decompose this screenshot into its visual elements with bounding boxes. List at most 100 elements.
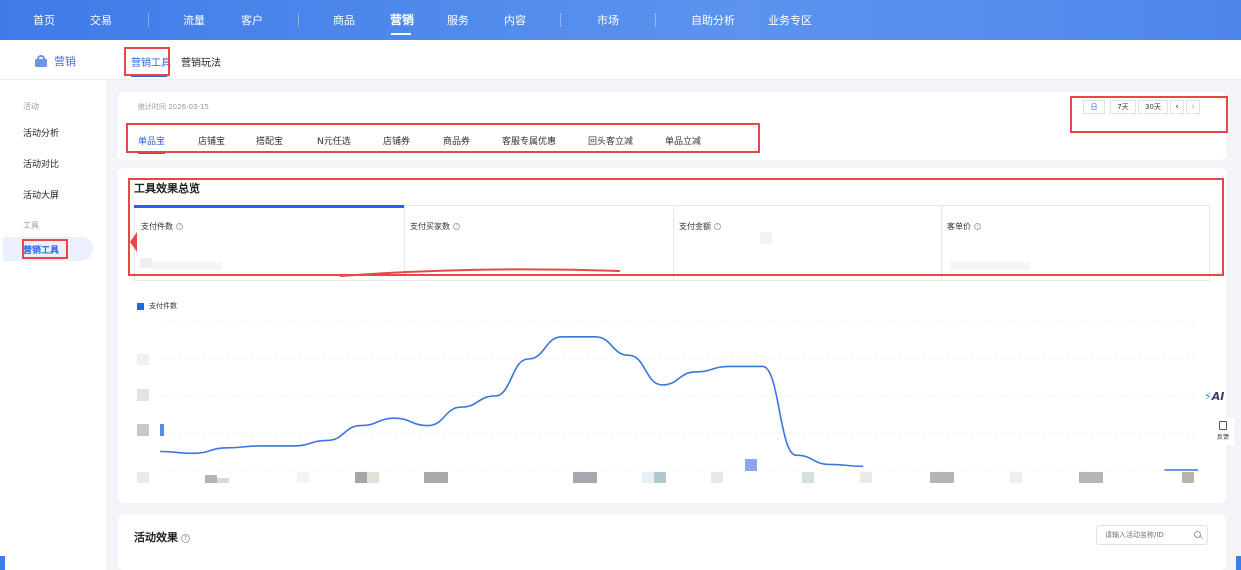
tool-tab[interactable]: N元任选 bbox=[317, 134, 351, 147]
tool-tab[interactable]: 店铺券 bbox=[383, 134, 410, 147]
nav-self-analysis[interactable]: 自助分析 bbox=[691, 12, 735, 28]
help-icon[interactable]: ? bbox=[974, 223, 981, 230]
date-day-button[interactable]: 日 bbox=[1083, 100, 1105, 114]
redacted-axis-label bbox=[137, 472, 149, 483]
pointer-marker bbox=[130, 232, 137, 252]
date-30d-button[interactable]: 30天 bbox=[1138, 100, 1168, 114]
redacted-value bbox=[760, 232, 772, 244]
chart-marker bbox=[160, 424, 164, 436]
redacted-value bbox=[152, 262, 222, 270]
redacted-axis-label bbox=[137, 389, 149, 401]
help-icon[interactable]: ? bbox=[181, 533, 190, 543]
line-chart bbox=[159, 321, 1199, 471]
redacted-axis-label bbox=[205, 475, 217, 483]
filter-panel bbox=[118, 92, 1226, 160]
sidebar-item-marketing-tools[interactable]: 营销工具 bbox=[3, 237, 93, 261]
feedback-button[interactable]: 反馈 bbox=[1212, 418, 1234, 446]
brand-label: 营销 bbox=[54, 55, 76, 68]
nav-market[interactable]: 市场 bbox=[597, 12, 619, 28]
redacted-axis-label bbox=[930, 472, 954, 483]
series-line bbox=[159, 336, 864, 468]
metric-card-pay-amount[interactable]: 支付金额? bbox=[679, 221, 721, 232]
subtab-marketing-play[interactable]: 营销玩法 bbox=[181, 54, 221, 69]
metric-card-pay-items[interactable]: 支付件数? bbox=[141, 221, 183, 232]
subtab-active-indicator bbox=[131, 75, 167, 77]
sparkle-icon: ⚡ bbox=[1204, 390, 1212, 403]
redacted-axis-label bbox=[860, 472, 872, 483]
redacted-axis-label bbox=[1010, 472, 1022, 483]
nav-home[interactable]: 首页 bbox=[33, 12, 55, 28]
redacted-axis-label bbox=[137, 424, 149, 436]
sidebar-item-activity-analysis[interactable]: 活动分析 bbox=[23, 126, 59, 139]
help-icon[interactable]: ? bbox=[176, 223, 183, 230]
tool-tab[interactable]: 搭配宝 bbox=[256, 134, 283, 147]
metric-label: 支付件数 bbox=[141, 222, 173, 231]
nav-separator bbox=[148, 13, 149, 27]
subtab-marketing-tools[interactable]: 营销工具 bbox=[131, 54, 171, 69]
sidebar-group-activity: 活动 bbox=[23, 102, 39, 111]
sidebar: 活动 活动分析 活动对比 活动大屏 工具 营销工具 bbox=[0, 80, 106, 570]
activity-panel bbox=[118, 515, 1226, 570]
metric-label: 支付金额 bbox=[679, 222, 711, 231]
nav-customer[interactable]: 客户 bbox=[241, 12, 263, 28]
chart-marker bbox=[745, 459, 757, 471]
nav-product[interactable]: 商品 bbox=[333, 12, 355, 28]
redacted-axis-label bbox=[642, 472, 654, 483]
help-icon[interactable]: ? bbox=[453, 223, 460, 230]
feedback-icon bbox=[1219, 421, 1227, 430]
redacted-axis-label bbox=[137, 354, 149, 365]
redacted-value bbox=[140, 258, 152, 268]
date-7d-button[interactable]: 7天 bbox=[1110, 100, 1136, 114]
nav-separator bbox=[655, 13, 656, 27]
redacted-axis-label bbox=[367, 472, 379, 483]
tool-tab[interactable]: 客服专属优惠 bbox=[502, 134, 556, 147]
nav-separator bbox=[298, 13, 299, 27]
chevron-left-icon[interactable]: ‹ bbox=[1170, 100, 1184, 114]
tool-tab[interactable]: 单品立减 bbox=[665, 134, 701, 147]
tool-tab[interactable]: 单品宝 bbox=[138, 134, 165, 147]
metric-active-indicator bbox=[134, 205, 404, 208]
redacted-axis-label bbox=[217, 478, 229, 483]
redacted-axis-label bbox=[711, 472, 723, 483]
activity-title-text: 活动效果 bbox=[134, 531, 178, 544]
stat-time: 统计时间 2026-03-15 bbox=[138, 103, 209, 111]
top-navigation-bar: 首页 交易 流量 客户 商品 营销 服务 内容 市场 自助分析 业务专区 bbox=[0, 0, 1241, 40]
metric-cards bbox=[134, 205, 1210, 281]
metric-divider bbox=[941, 205, 942, 281]
help-icon[interactable]: ? bbox=[714, 223, 721, 230]
redacted-axis-label bbox=[1079, 472, 1103, 483]
nav-trade[interactable]: 交易 bbox=[90, 12, 112, 28]
tool-tab[interactable]: 回头客立减 bbox=[588, 134, 633, 147]
metric-card-pay-buyers[interactable]: 支付买家数? bbox=[410, 221, 460, 232]
nav-service[interactable]: 服务 bbox=[447, 12, 469, 28]
metric-label: 客单价 bbox=[947, 222, 971, 231]
metric-divider bbox=[673, 205, 674, 281]
tool-tab[interactable]: 店铺宝 bbox=[198, 134, 225, 147]
tool-tab-active-indicator bbox=[138, 152, 165, 154]
sidebar-group-tools: 工具 bbox=[23, 221, 39, 230]
redacted-value bbox=[950, 262, 1030, 270]
nav-active-indicator bbox=[391, 33, 411, 35]
chevron-right-icon[interactable]: › bbox=[1186, 100, 1200, 114]
metric-card-unit-price[interactable]: 客单价? bbox=[947, 221, 981, 232]
brand: 营销 bbox=[34, 53, 76, 69]
sub-header: 营销 营销工具 营销玩法 bbox=[0, 40, 1241, 80]
nav-content[interactable]: 内容 bbox=[504, 12, 526, 28]
feedback-label: 反馈 bbox=[1216, 434, 1229, 441]
tool-tab[interactable]: 商品券 bbox=[443, 134, 470, 147]
search-icon[interactable] bbox=[1194, 531, 1201, 538]
search-input[interactable] bbox=[1105, 531, 1187, 539]
nav-business-zone[interactable]: 业务专区 bbox=[768, 12, 812, 28]
nav-traffic[interactable]: 流量 bbox=[183, 12, 205, 28]
nav-marketing[interactable]: 营销 bbox=[390, 11, 414, 28]
redacted-axis-label bbox=[573, 472, 597, 483]
window-edge bbox=[0, 556, 5, 570]
nav-separator bbox=[560, 13, 561, 27]
sidebar-item-activity-screen[interactable]: 活动大屏 bbox=[23, 188, 59, 201]
activity-search[interactable] bbox=[1096, 525, 1208, 545]
ai-assistant-button[interactable]: ⚡AI bbox=[1204, 390, 1234, 412]
sidebar-item-activity-compare[interactable]: 活动对比 bbox=[23, 157, 59, 170]
redacted-axis-label bbox=[424, 472, 448, 483]
redacted-axis-label bbox=[355, 472, 367, 483]
redacted-axis-label bbox=[297, 472, 309, 483]
